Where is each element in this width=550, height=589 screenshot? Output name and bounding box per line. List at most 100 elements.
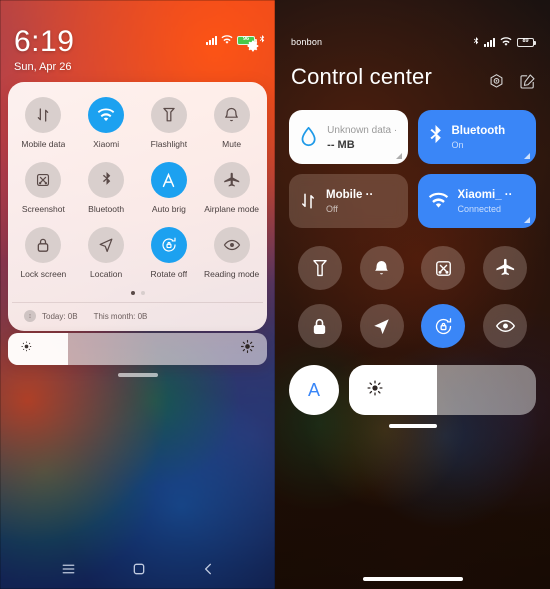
qs-label: Bluetooth bbox=[88, 204, 125, 214]
airplane-icon bbox=[496, 258, 515, 275]
battery-icon: 89 bbox=[517, 37, 536, 47]
location-toggle[interactable] bbox=[359, 304, 404, 348]
lock-icon bbox=[314, 318, 326, 334]
eye-icon bbox=[223, 239, 240, 251]
rotate-lock-toggle[interactable] bbox=[421, 304, 466, 348]
edit-square-icon bbox=[520, 74, 535, 89]
signal-bars-icon bbox=[206, 35, 217, 45]
wifi-icon bbox=[500, 37, 512, 46]
mute-toggle[interactable] bbox=[359, 246, 404, 290]
location-icon bbox=[99, 238, 113, 253]
flashlight-toggle[interactable] bbox=[297, 246, 342, 290]
expand-corner-icon[interactable] bbox=[524, 153, 530, 159]
tile-title: Mobile ·· bbox=[326, 188, 374, 201]
qs-tile-wifi[interactable]: Xiaomi bbox=[75, 94, 138, 155]
chevron-left-icon bbox=[205, 563, 211, 574]
drag-handle-right[interactable] bbox=[388, 424, 437, 428]
data-usage-month: This month: 0B bbox=[93, 311, 148, 321]
page-title: Control center bbox=[291, 64, 432, 89]
settings-hex-icon bbox=[490, 74, 503, 88]
drag-handle-left[interactable] bbox=[117, 373, 158, 377]
carrier-label: bonbon bbox=[291, 37, 323, 47]
wifi-tile[interactable]: Xiaomi_ ·· Connected bbox=[417, 174, 536, 228]
brightness-high-icon bbox=[240, 339, 255, 359]
qs-label: Rotate off bbox=[150, 269, 188, 279]
expand-corner-icon[interactable] bbox=[524, 217, 530, 223]
qs-tile-lock-screen[interactable]: Lock screen bbox=[12, 224, 75, 285]
location-icon bbox=[374, 318, 389, 334]
rotate-lock-icon bbox=[435, 317, 452, 334]
qs-circle bbox=[25, 227, 62, 263]
wifi-icon bbox=[428, 192, 448, 208]
data-usage-footer[interactable]: ↕ Today: 0B This month: 0B bbox=[12, 302, 263, 331]
lock-icon bbox=[38, 238, 49, 252]
qs-tile-flashlight[interactable]: Flashlight bbox=[138, 94, 201, 155]
qs-tile-bluetooth[interactable]: Bluetooth bbox=[75, 159, 138, 220]
airplane-toggle[interactable] bbox=[483, 246, 528, 290]
qs-tile-auto-brightness[interactable]: Auto brig bbox=[138, 159, 201, 220]
water-drop-icon bbox=[301, 126, 316, 147]
tile-subtitle: Connected bbox=[457, 203, 502, 214]
qs-circle bbox=[150, 162, 187, 198]
bluetooth-tile[interactable]: Bluetooth On bbox=[417, 110, 536, 164]
tile-subtitle: -- MB bbox=[327, 138, 355, 151]
qs-circle bbox=[88, 97, 125, 133]
page-dot-active[interactable] bbox=[130, 291, 135, 295]
data-usage-tile[interactable]: Unknown data ·· -- MB bbox=[289, 110, 408, 164]
qs-tile-airplane[interactable]: Airplane mode bbox=[200, 159, 263, 220]
tile-subtitle: On bbox=[451, 139, 464, 150]
page-indicator bbox=[12, 285, 263, 302]
right-status-bar: bonbon 89 bbox=[275, 34, 550, 50]
back-button[interactable] bbox=[202, 562, 214, 581]
home-square-icon bbox=[133, 563, 145, 574]
tile-title: Xiaomi_ ·· bbox=[457, 188, 513, 201]
bluetooth-icon bbox=[102, 171, 110, 185]
brightness-slider-left[interactable] bbox=[8, 333, 267, 365]
screenshot-icon bbox=[37, 173, 50, 187]
qs-label: Lock screen bbox=[20, 269, 67, 279]
page-dot[interactable] bbox=[140, 291, 145, 295]
big-tiles-grid: Unknown data ·· -- MB Bluetooth On Mobil… bbox=[289, 110, 536, 228]
settings-button[interactable] bbox=[488, 73, 505, 95]
gesture-bar[interactable] bbox=[362, 577, 463, 581]
menu-button[interactable] bbox=[61, 562, 76, 580]
brightness-slider-right[interactable] bbox=[349, 365, 536, 415]
expand-corner-icon[interactable] bbox=[395, 153, 402, 159]
qs-circle bbox=[25, 97, 62, 133]
screenshot-toggle[interactable] bbox=[421, 246, 466, 290]
qs-label: Reading mode bbox=[203, 269, 260, 279]
lock-screen-toggle[interactable] bbox=[297, 304, 342, 348]
qs-tile-location[interactable]: Location bbox=[75, 224, 138, 285]
tile-subtitle: Off bbox=[326, 203, 338, 214]
reading-mode-toggle[interactable] bbox=[483, 304, 528, 348]
tile-text: Mobile ·· Off bbox=[326, 188, 373, 215]
auto-brightness-label: A bbox=[307, 379, 320, 400]
menu-icon bbox=[62, 564, 75, 574]
auto-brightness-button[interactable]: A bbox=[289, 365, 339, 415]
quick-settings-grid: Mobile data Xiaomi Flashlight Mute Scree… bbox=[12, 94, 263, 285]
qs-tile-reading-mode[interactable]: Reading mode bbox=[200, 224, 263, 285]
brightness-fill bbox=[8, 333, 68, 365]
mobile-data-tile[interactable]: Mobile ·· Off bbox=[289, 174, 408, 228]
qs-tile-screenshot[interactable]: Screenshot bbox=[12, 159, 75, 220]
qs-circle bbox=[213, 97, 250, 133]
rotate-lock-icon bbox=[162, 237, 176, 252]
qs-tile-mobile-data[interactable]: Mobile data bbox=[12, 94, 75, 155]
qs-circle bbox=[213, 227, 250, 263]
wifi-icon bbox=[221, 35, 233, 44]
flashlight-icon bbox=[163, 107, 175, 122]
right-phone-screen: bonbon 89 Control center Unknown data ··… bbox=[275, 0, 550, 589]
settings-gear-button[interactable] bbox=[245, 38, 261, 59]
qs-circle bbox=[88, 227, 125, 263]
qs-label: Airplane mode bbox=[204, 204, 260, 214]
header-actions bbox=[488, 73, 536, 95]
edit-button[interactable] bbox=[519, 73, 536, 95]
tile-text: Xiaomi_ ·· Connected bbox=[458, 188, 513, 215]
home-button[interactable] bbox=[132, 562, 146, 581]
left-status-bar: 96 bbox=[0, 28, 275, 52]
navigation-bar bbox=[0, 553, 275, 589]
brightness-fill bbox=[349, 365, 437, 415]
qs-tile-rotate[interactable]: Rotate off bbox=[138, 224, 201, 285]
brightness-row-right: A bbox=[289, 365, 536, 415]
qs-tile-mute[interactable]: Mute bbox=[200, 94, 263, 155]
